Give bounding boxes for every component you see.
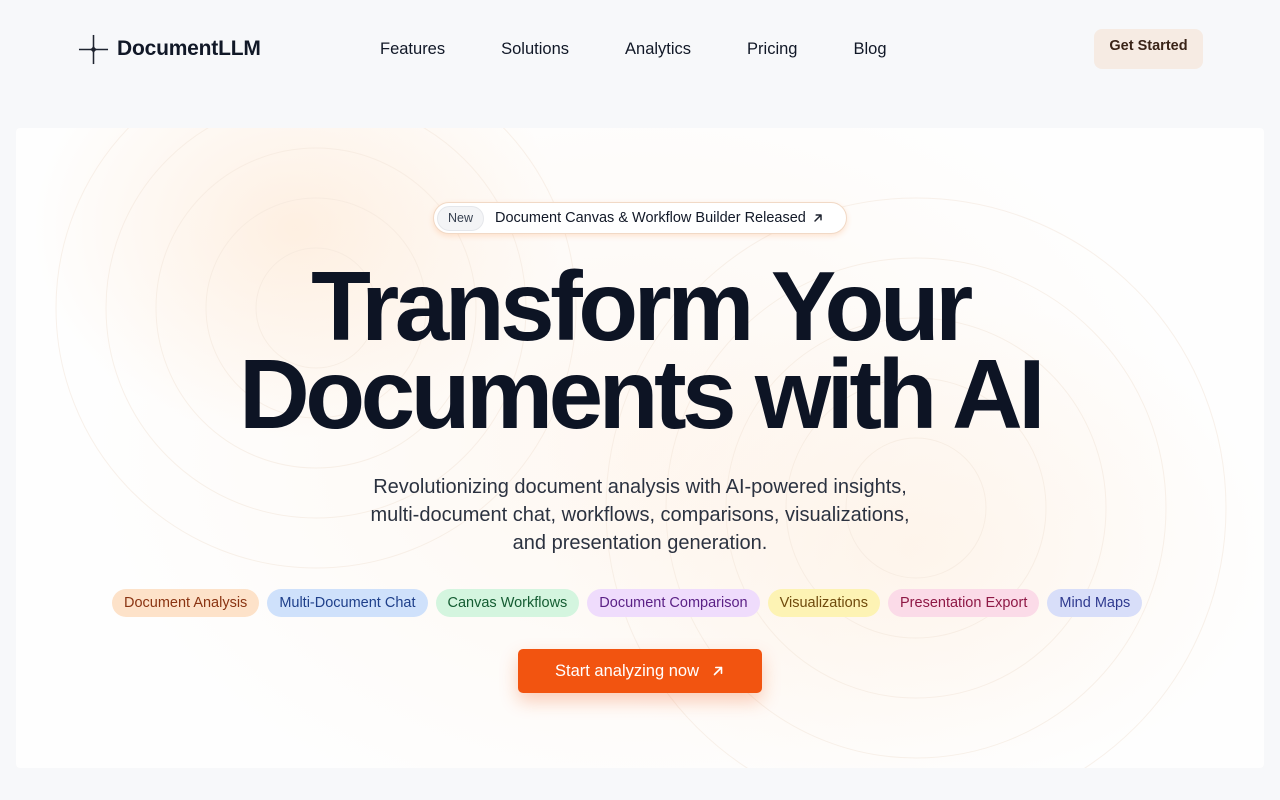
tag-presentation-export: Presentation Export bbox=[888, 589, 1040, 617]
nav-item-pricing[interactable]: Pricing bbox=[747, 40, 797, 59]
tag-multi-document-chat: Multi-Document Chat bbox=[267, 589, 428, 617]
tag-document-analysis: Document Analysis bbox=[112, 589, 260, 617]
announcement-text: Document Canvas & Workflow Builder Relea… bbox=[495, 210, 806, 226]
arrow-up-right-icon bbox=[806, 212, 824, 224]
hero-section: New Document Canvas & Workflow Builder R… bbox=[16, 128, 1264, 768]
nav-item-blog[interactable]: Blog bbox=[853, 40, 886, 59]
tag-canvas-workflows: Canvas Workflows bbox=[435, 589, 580, 617]
tag-mind-maps: Mind Maps bbox=[1047, 589, 1143, 617]
start-analyzing-button[interactable]: Start analyzing now bbox=[518, 649, 762, 693]
feature-tags: Document Analysis Multi-Document Chat Ca… bbox=[112, 589, 1143, 617]
main-nav: Features Solutions Analytics Pricing Blo… bbox=[380, 38, 887, 60]
nav-item-solutions[interactable]: Solutions bbox=[501, 40, 569, 59]
tag-visualizations: Visualizations bbox=[767, 589, 880, 617]
sparkle-icon bbox=[78, 34, 109, 65]
top-navigation: DocumentLLM Features Solutions Analytics… bbox=[0, 0, 1280, 96]
nav-item-analytics[interactable]: Analytics bbox=[625, 40, 691, 59]
hero-headline: Transform Your Documents with AI bbox=[16, 251, 1264, 449]
brand-name: DocumentLLM bbox=[117, 37, 261, 60]
headline-line-2: Documents with AI bbox=[239, 339, 1045, 449]
tag-document-comparison: Document Comparison bbox=[587, 589, 760, 617]
announcement-pill[interactable]: New Document Canvas & Workflow Builder R… bbox=[433, 202, 847, 234]
arrow-up-right-icon bbox=[711, 664, 725, 678]
headline-line-1: Transform Your bbox=[311, 251, 973, 361]
nav-item-features[interactable]: Features bbox=[380, 40, 445, 59]
new-badge: New bbox=[437, 205, 485, 231]
start-analyzing-label: Start analyzing now bbox=[555, 661, 699, 680]
hero-subtitle: Revolutionizing document analysis with A… bbox=[370, 476, 910, 554]
brand-logo-link[interactable]: DocumentLLM bbox=[78, 33, 261, 65]
get-started-button[interactable]: Get Started bbox=[1094, 29, 1203, 69]
